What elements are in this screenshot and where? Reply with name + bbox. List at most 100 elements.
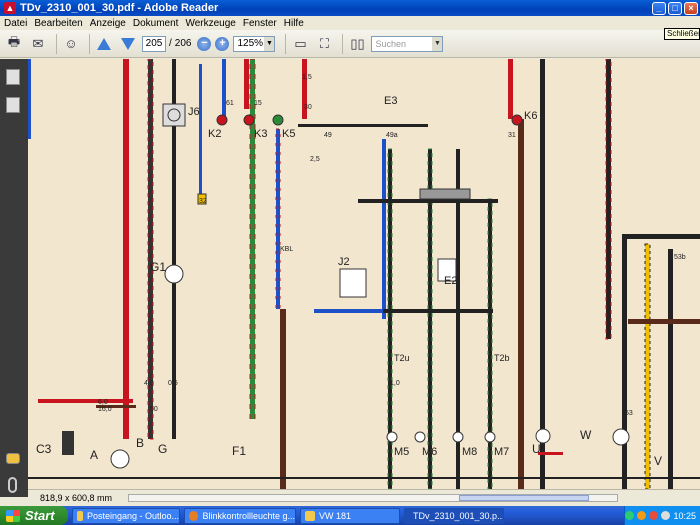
warning-light-k6	[511, 114, 523, 126]
wire	[518, 119, 524, 489]
wiring-diagram: J6 K2 K3 K5 K6 E3 E2 J2 G1 G C3 A B F1 U…	[28, 59, 700, 489]
starter-motor	[110, 449, 130, 469]
attachments-icon[interactable]	[8, 477, 17, 493]
menu-fenster[interactable]: Fenster	[241, 18, 282, 29]
print-button[interactable]: 🖶	[4, 34, 24, 54]
menu-hilfe[interactable]: Hilfe	[282, 18, 309, 29]
scrollbar-thumb[interactable]	[459, 495, 589, 501]
terminal-15: 15	[254, 100, 262, 107]
terminal-49a: 49a	[386, 132, 398, 139]
zoom-select[interactable]: 125% ▼	[233, 35, 276, 52]
network-icon[interactable]	[625, 511, 635, 520]
task-adobe-reader[interactable]: TDv_2310_001_30.p...	[404, 507, 504, 524]
people-icon: ☺	[64, 36, 78, 51]
clock[interactable]: 10:25	[673, 511, 696, 521]
taskbar: Start Posteingang - Outloo... Blinkkontr…	[0, 506, 700, 525]
wire	[383, 309, 493, 313]
menu-datei[interactable]: Datei	[2, 18, 32, 29]
label-m8: M8	[462, 446, 477, 458]
label-g1: G1	[150, 260, 166, 274]
collaborate-button[interactable]: ☺	[61, 34, 81, 54]
menu-anzeige[interactable]: Anzeige	[88, 18, 131, 29]
label-k3: K3	[254, 128, 267, 140]
menu-bearbeiten[interactable]: Bearbeiten	[32, 18, 87, 29]
wire-size-10: 1,0	[390, 380, 400, 387]
label-w: W	[580, 428, 592, 442]
fit-width-button[interactable]: ⛶	[314, 34, 334, 54]
pages-icon[interactable]	[6, 69, 20, 85]
security-icon[interactable]	[649, 511, 659, 520]
wire-size-16: 16,0	[98, 406, 112, 413]
wire	[508, 59, 513, 119]
adobe-reader-icon: ▲	[4, 2, 16, 14]
wire-size-05: 0,5	[168, 380, 178, 387]
title-bar[interactable]: ▲ TDv_2310_001_30.pdf - Adobe Reader _ □…	[0, 0, 700, 16]
horizontal-scrollbar[interactable]	[128, 494, 618, 502]
firefox-icon	[189, 510, 199, 521]
wire	[280, 309, 286, 489]
wire	[199, 64, 202, 194]
terminal-31: 31	[508, 132, 516, 139]
wire	[38, 399, 133, 403]
zoom-out-button[interactable]: −	[197, 36, 212, 51]
search-input[interactable]: Suchen ▼	[371, 35, 444, 52]
toolbar: 🖶 ✉ ☺ 205 / 206 − + 125% ▼ ▭ ⛶ ▯▯ Suchen ▼	[0, 30, 700, 58]
arrow-down-icon	[121, 37, 135, 50]
menu-dokument[interactable]: Dokument	[131, 18, 184, 29]
two-page-button[interactable]: ▯▯	[347, 34, 367, 54]
label-m7: M7	[494, 446, 509, 458]
bulb-m6	[414, 431, 426, 443]
minimize-button[interactable]: _	[652, 1, 666, 15]
close-tooltip: Schließen	[664, 28, 700, 40]
menu-werkzeuge[interactable]: Werkzeuge	[183, 18, 240, 29]
update-icon[interactable]	[637, 511, 647, 520]
warning-light-k5	[272, 114, 284, 126]
wire	[382, 139, 386, 319]
wire	[28, 477, 700, 479]
wire	[250, 59, 255, 419]
close-button[interactable]: ×	[684, 1, 698, 15]
fit-page-button[interactable]: ▭	[290, 34, 310, 54]
bookmarks-icon[interactable]	[6, 97, 20, 113]
label-k2: K2	[208, 128, 221, 140]
label-m5: M5	[394, 446, 409, 458]
chevron-down-icon: ▼	[432, 36, 443, 51]
wire	[628, 319, 700, 324]
task-vw181[interactable]: VW 181	[300, 507, 400, 524]
label-g: G	[158, 442, 167, 456]
next-page-button[interactable]	[118, 34, 138, 54]
wire	[622, 234, 700, 239]
maximize-button[interactable]: □	[668, 1, 682, 15]
chevron-down-icon: ▼	[264, 36, 275, 51]
wire	[244, 59, 249, 109]
relay-j6	[162, 103, 186, 127]
horn-u	[535, 428, 551, 444]
status-bar: 818,9 x 600,8 mm	[28, 489, 700, 506]
comments-icon[interactable]	[6, 453, 20, 464]
volume-icon[interactable]	[661, 511, 671, 520]
terminal-50: 50	[150, 406, 158, 413]
start-button[interactable]: Start	[0, 506, 68, 525]
windows-logo-icon	[6, 509, 20, 522]
fullscreen-icon: ⛶	[319, 35, 330, 51]
start-label: Start	[25, 508, 55, 523]
menu-bar: Datei Bearbeiten Anzeige Dokument Werkze…	[0, 16, 700, 30]
search-placeholder: Suchen	[375, 38, 406, 49]
toolbar-separator	[285, 33, 287, 54]
wire-size-4: 4,0	[144, 380, 154, 387]
warning-light-k3	[243, 114, 255, 126]
document-view[interactable]: J6 K2 K3 K5 K6 E3 E2 J2 G1 G C3 A B F1 U…	[28, 59, 700, 489]
previous-page-button[interactable]	[94, 34, 114, 54]
zoom-in-button[interactable]: +	[215, 36, 230, 51]
toolbar-separator	[89, 33, 90, 54]
page-total: 206	[174, 38, 192, 49]
page-size: 818,9 x 600,8 mm	[40, 493, 113, 503]
page-number-input[interactable]: 205	[142, 35, 166, 52]
email-button[interactable]: ✉	[28, 34, 48, 54]
task-label: Blinkkontrollleuchte g...	[202, 510, 295, 521]
task-outlook[interactable]: Posteingang - Outloo...	[72, 507, 180, 524]
fuse-label-32: 32	[199, 198, 207, 205]
label-a: A	[90, 448, 98, 462]
task-firefox[interactable]: Blinkkontrollleuchte g...	[184, 507, 296, 524]
printer-icon: 🖶	[7, 33, 21, 49]
